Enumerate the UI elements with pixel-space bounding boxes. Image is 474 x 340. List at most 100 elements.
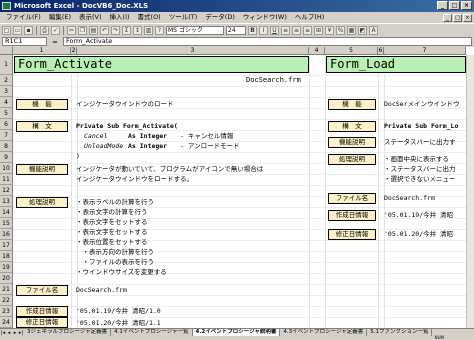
select-all-corner[interactable] [0, 47, 13, 55]
save-icon[interactable]: ▪ [24, 25, 33, 35]
left-func-desc-line[interactable]: インジケータが動いていて、プログラムがアイコンで無い場合は [76, 165, 263, 173]
help-icon[interactable]: ? [155, 25, 164, 35]
menu-help[interactable]: ヘルプ(H) [291, 12, 328, 23]
column-header[interactable]: 7 [384, 47, 466, 55]
left-proc-desc-line[interactable]: ・ウインドウサイズを変更する [76, 268, 167, 276]
left-label-func[interactable]: 機 能 [16, 99, 68, 110]
open-folder-icon[interactable]: ▭ [13, 25, 22, 35]
left-syntax-p1-type[interactable]: As Integer [128, 132, 167, 140]
close-button[interactable]: × [461, 1, 472, 10]
spreadsheet-grid[interactable]: 1 2 3 4 5 6 7 1 2 3 4 5 6 7 8 9 10 11 12… [0, 47, 474, 328]
fill-color-icon[interactable]: ◩ [358, 25, 367, 35]
sheet-tab[interactable]: 4.1イベントプロシージャ一覧 [111, 329, 193, 336]
currency-icon[interactable]: ¥ [325, 25, 334, 35]
row-header[interactable]: 15 [0, 218, 13, 229]
left-proc-desc-line[interactable]: ・表示方向の計算を行う [76, 248, 155, 256]
right-file-text[interactable]: DocSearch.frm [384, 194, 435, 202]
merge-icon[interactable]: ⊞ [314, 25, 323, 35]
spellcheck-icon[interactable]: ✓ [51, 25, 60, 35]
minimize-button[interactable]: _ [437, 1, 448, 10]
row-header[interactable]: 10 [0, 163, 13, 174]
row-header[interactable]: 21 [0, 284, 13, 295]
left-label-modified[interactable]: 修正日情報 [16, 317, 68, 328]
row-header[interactable]: 3 [0, 86, 13, 97]
menu-data[interactable]: データ(D) [201, 12, 239, 23]
chart-icon[interactable]: ▥ [144, 25, 153, 35]
row-header[interactable]: 14 [0, 207, 13, 218]
formula-input[interactable]: Form_Activate [63, 37, 472, 46]
right-func-desc-text[interactable]: ステータスバーに出力す [384, 138, 456, 146]
bold-icon[interactable]: B [248, 25, 257, 35]
right-proc-desc-line[interactable]: ・ステータスバーに出力 [384, 165, 456, 173]
left-label-proc-desc[interactable]: 処理説明 [16, 197, 68, 208]
left-func-desc-line[interactable]: インジケータウインドウをロードする。 [76, 175, 193, 183]
percent-icon[interactable]: % [336, 25, 345, 35]
align-left-icon[interactable]: ≡ [281, 25, 290, 35]
row-header[interactable]: 2 [0, 75, 13, 86]
maximize-button[interactable]: □ [449, 1, 460, 10]
left-syntax-p2-name[interactable]: UnloadMode [84, 142, 123, 150]
doc-close-button[interactable]: × [463, 13, 472, 22]
left-func-text[interactable]: インジケータウインドウのロード [76, 100, 174, 108]
left-syntax-p2-desc[interactable]: - アンロードモード [180, 142, 240, 150]
menu-insert[interactable]: 挿入(I) [106, 12, 134, 23]
row-header[interactable]: 17 [0, 240, 13, 251]
row-header[interactable]: 19 [0, 262, 13, 273]
left-syntax-p1-name[interactable]: Cancel [84, 132, 107, 140]
column-header[interactable]: 3 [77, 47, 309, 55]
right-label-modified[interactable]: 修正日情報 [328, 229, 376, 240]
undo-icon[interactable]: ↶ [100, 25, 109, 35]
right-label-syntax[interactable]: 構 文 [328, 121, 376, 132]
right-func-text[interactable]: DocSerメインウインドウ [384, 100, 459, 108]
paste-icon[interactable]: ▤ [89, 25, 98, 35]
sort-icon[interactable]: ↕ [133, 25, 142, 35]
right-created-text[interactable]: '05.01.19/今井 清昭 [384, 211, 453, 219]
right-modified-text[interactable]: '05.01.20/今井 清昭 [384, 230, 453, 238]
row-header[interactable]: 6 [0, 119, 13, 130]
row-header[interactable]: 13 [0, 196, 13, 207]
redo-icon[interactable]: ↷ [111, 25, 120, 35]
row-header[interactable]: 5 [0, 108, 13, 119]
left-proc-desc-line[interactable]: ・表示文字をセットする [76, 228, 148, 236]
left-syntax-close[interactable]: ) [76, 152, 80, 160]
row-header[interactable]: 16 [0, 229, 13, 240]
font-color-icon[interactable]: A [369, 25, 378, 35]
row-header[interactable]: 7 [0, 130, 13, 141]
menu-view[interactable]: 表示(V) [75, 12, 106, 23]
left-label-file[interactable]: ファイル名 [16, 285, 68, 296]
sheet-tab[interactable]: 3ジェネラルプロシージャ定義書 [24, 329, 112, 336]
sheet-tab[interactable]: 4.3イベントプロシージャ定義書 [280, 329, 368, 336]
menu-tools[interactable]: ツール(T) [165, 12, 202, 23]
left-file-text[interactable]: DocSearch.frm [76, 286, 127, 294]
row-header[interactable]: 22 [0, 295, 13, 306]
left-created-text[interactable]: '05.01.19/今井 清昭/1.0 [76, 307, 161, 315]
row-header[interactable]: 8 [0, 141, 13, 152]
left-syntax-head[interactable]: Private Sub Form_Activate( [76, 122, 178, 130]
copy-icon[interactable]: ❐ [78, 25, 87, 35]
column-header[interactable]: 4 [309, 47, 325, 55]
left-syntax-p2-type[interactable]: As Integer [128, 142, 167, 150]
right-label-file[interactable]: ファイル名 [328, 193, 376, 204]
row-header[interactable]: 9 [0, 152, 13, 163]
cut-icon[interactable]: ✂ [67, 25, 76, 35]
row-header[interactable]: 23 [0, 306, 13, 317]
sum-icon[interactable]: Σ [122, 25, 131, 35]
row-header[interactable]: 18 [0, 251, 13, 262]
right-label-func[interactable]: 機 能 [328, 99, 376, 110]
left-procedure-title[interactable]: Form_Activate [14, 56, 309, 73]
column-header[interactable]: 1 [13, 47, 71, 55]
name-box[interactable]: R1C1 [2, 37, 47, 46]
left-proc-desc-line[interactable]: ・ファイルの表示を行う [76, 258, 155, 266]
row-header[interactable]: 24 [0, 317, 13, 328]
borders-icon[interactable]: ▦ [347, 25, 356, 35]
print-icon[interactable]: ⎙ [40, 25, 49, 35]
left-label-syntax[interactable]: 構 文 [16, 121, 68, 132]
right-proc-desc-line[interactable]: ・選択できないメニュー [384, 175, 456, 183]
right-procedure-title[interactable]: Form_Load [326, 56, 466, 73]
menu-file[interactable]: ファイル(F) [2, 12, 45, 23]
left-proc-desc-line[interactable]: ・表示ラベルの計算を行う [76, 198, 154, 206]
left-label-func-desc[interactable]: 機能説明 [16, 164, 68, 175]
align-right-icon[interactable]: ≡ [303, 25, 312, 35]
excel-app-icon[interactable] [2, 2, 11, 10]
underline-icon[interactable]: U [270, 25, 279, 35]
